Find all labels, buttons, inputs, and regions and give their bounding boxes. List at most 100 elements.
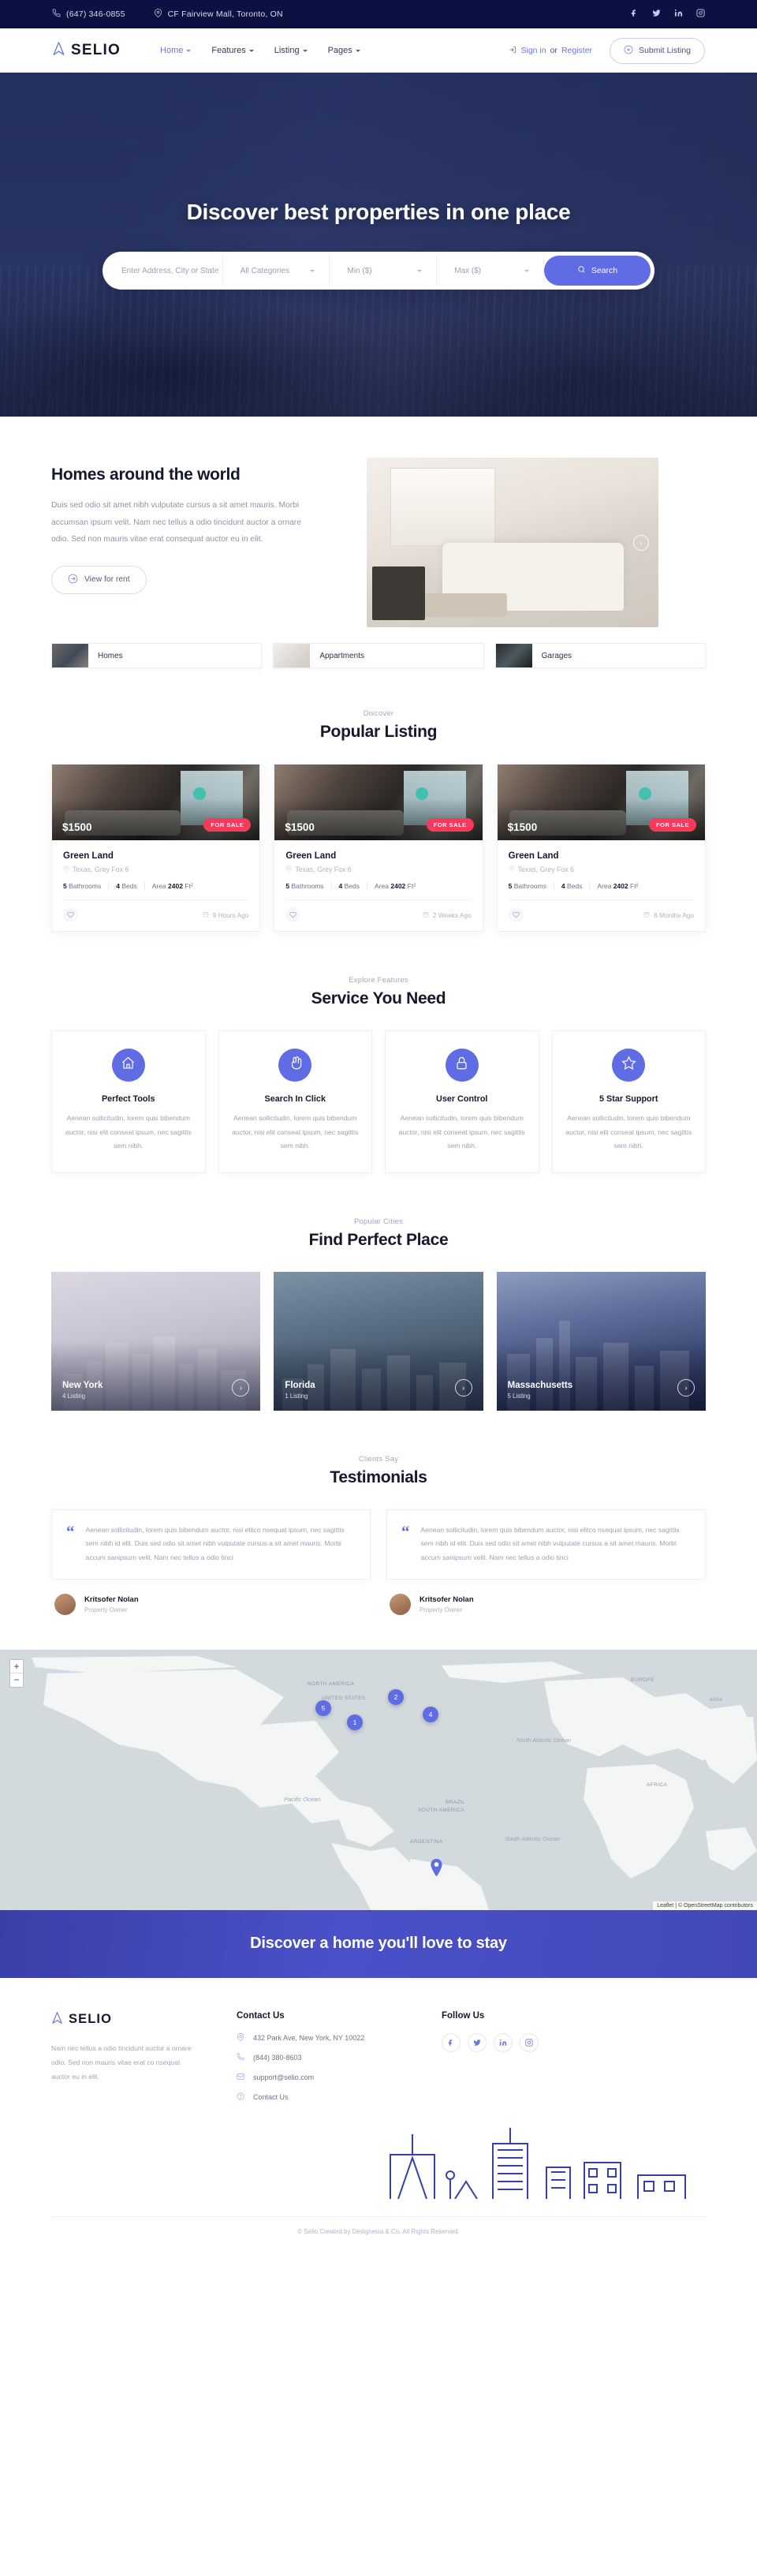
testimonial-author: Kritsofer Nolan Property Owner [386,1593,706,1615]
nav-item-pages[interactable]: Pages [328,46,360,55]
property-card[interactable]: $1500 FOR SALE Green Land Texas, Grey Fo… [274,764,483,932]
service-card-5-star-support[interactable]: 5 Star Support Aenean sollicitudin, lore… [551,1030,706,1173]
twitter-icon[interactable] [652,9,661,20]
posted-time-text: 2 Weeks Ago [432,910,472,919]
signin-link[interactable]: Sign in [520,46,546,55]
area-unit: Ft² [185,882,193,890]
map-pin-marker[interactable]: 5 [315,1699,331,1716]
property-card[interactable]: $1500 FOR SALE Green Land Texas, Grey Fo… [496,764,706,932]
world-map[interactable]: + − NORTH AMERICA UNITED STATES EUROPE A… [0,1649,757,1910]
instagram-icon[interactable] [520,2032,539,2052]
service-card-perfect-tools[interactable]: Perfect Tools Aenean sollicitudin, lorem… [51,1030,206,1173]
map-pin-marker[interactable]: 1 [347,1714,363,1730]
service-title: 5 Star Support [599,1094,658,1104]
category-card-garages[interactable]: Garages [494,643,706,668]
home-icon [121,1056,136,1075]
property-card[interactable]: $1500 FOR SALE Green Land Texas, Grey Fo… [51,764,261,932]
map-zoom-in-button[interactable]: + [10,1660,23,1673]
testimonial-author-role: Property Owner [420,1606,463,1613]
linkedin-icon[interactable] [674,9,683,20]
register-link[interactable]: Register [561,46,592,55]
category-card-homes[interactable]: Homes [51,643,263,668]
city-name: Florida [285,1380,315,1390]
property-footer: 9 Hours Ago [63,899,249,931]
footer-contact-address[interactable]: 432 Park Ave, New York, NY 10022 [237,2032,442,2043]
property-body: Green Land Texas, Grey Fox 6 5 Bathrooms… [52,840,259,890]
footer-contact-email[interactable]: support@selio.com [237,2073,442,2082]
photo-table [425,593,507,618]
signin-register[interactable]: Sign in or Register [509,46,592,56]
map-attribution[interactable]: Leaflet | © OpenStreetMap contributors [653,1901,757,1910]
submit-listing-button[interactable]: Submit Listing [610,37,705,64]
service-card-user-control[interactable]: User Control Aenean sollicitudin, lorem … [385,1030,539,1173]
nav-item-home[interactable]: Home [160,46,192,55]
facebook-icon[interactable] [630,9,639,20]
map-pin-marker[interactable]: 4 [423,1706,438,1722]
city-arrow-icon[interactable]: › [454,1378,472,1396]
submit-listing-label: Submit Listing [639,46,691,55]
calendar-icon [423,911,429,919]
footer-contact-link[interactable]: Contact Us [237,2092,442,2102]
city-card-florida[interactable]: Florida 1 Listing › [274,1271,483,1411]
site-logo[interactable]: SELIO [52,41,121,60]
search-min-select[interactable]: Min ($) [330,256,438,286]
property-body: Green Land Texas, Grey Fox 6 5 Bathrooms… [274,840,482,890]
baths-label: Bathrooms [291,882,324,890]
footer-logo[interactable]: SELIO [51,2011,237,2028]
chevron-down-icon [417,269,423,272]
topbar-address-text: CF Fairview Mall, Toronto, ON [167,9,283,19]
service-card-search-in-click[interactable]: Search In Click Aenean sollicitudin, lor… [218,1030,372,1173]
services-header: Explore Features Service You Need [51,976,706,1008]
nav-item-features[interactable]: Features [211,46,254,55]
footer-contact-phone[interactable]: (844) 380-8603 [237,2053,442,2062]
search-button[interactable]: Search [544,256,651,286]
cities-header: Popular Cities Find Perfect Place [51,1217,706,1250]
map-zoom-out-button[interactable]: − [10,1673,23,1687]
view-for-rent-button[interactable]: View for rent [51,565,147,594]
favorite-button[interactable] [285,907,301,922]
property-posted-time: 6 Months Ago [643,911,694,919]
map-region-label: AFRICA [647,1782,668,1788]
mail-icon [237,2073,244,2082]
property-image: $1500 FOR SALE [274,765,483,840]
meta-divider [330,882,332,890]
service-icon-wrap [612,1049,646,1082]
topbar-phone[interactable]: (647) 346-0855 [52,9,125,20]
facebook-icon[interactable] [442,2032,461,2052]
favorite-button[interactable] [63,907,78,922]
nav-item-listing[interactable]: Listing [274,46,308,55]
instagram-icon[interactable] [696,9,705,20]
city-card-massachusetts[interactable]: Massachusetts 5 Listing › [496,1271,706,1411]
homes-title: Homes around the world [51,465,241,484]
testimonial-item: “ Aenean sollicitudin, lorem quis bibend… [51,1509,371,1615]
testimonial-author-name: Kritsofer Nolan [84,1595,139,1604]
footer-about-text: Nam nec tellus a odio tincidunt auctor a… [51,2043,192,2081]
search-button-label: Search [591,266,618,275]
heart-icon [513,908,520,922]
search-category-select[interactable]: All Categories [223,256,330,286]
twitter-icon[interactable] [468,2032,487,2052]
map-location-marker[interactable] [430,1858,443,1877]
map-pin-marker[interactable]: 2 [388,1688,404,1705]
favorite-button[interactable] [508,907,524,922]
chevron-down-icon [355,49,360,52]
city-card-new-york[interactable]: New York 4 Listing › [51,1271,261,1411]
property-beds: 4 Beds [339,882,360,890]
area-value: 2402 [613,882,628,890]
topbar-address[interactable]: CF Fairview Mall, Toronto, ON [154,9,283,20]
avatar [390,1593,411,1615]
map-ocean-label: Pacific Ocean [284,1795,321,1803]
category-card-appartments[interactable]: Appartments [273,643,484,668]
property-footer: 2 Weeks Ago [285,899,472,931]
map-zoom-controls[interactable]: + − [9,1658,24,1688]
search-address-input[interactable]: Enter Address, City or State [107,256,223,286]
testimonials-grid: “ Aenean sollicitudin, lorem quis bibend… [51,1509,706,1615]
plus-circle-icon [624,45,633,57]
linkedin-icon[interactable] [494,2032,513,2052]
search-max-select[interactable]: Max ($) [437,256,545,286]
photo-next-arrow[interactable]: › [633,534,649,551]
city-arrow-icon[interactable]: › [232,1378,250,1396]
heart-icon [289,908,297,922]
testimonials-title: Testimonials [330,1467,427,1486]
city-arrow-icon[interactable]: › [677,1378,695,1396]
